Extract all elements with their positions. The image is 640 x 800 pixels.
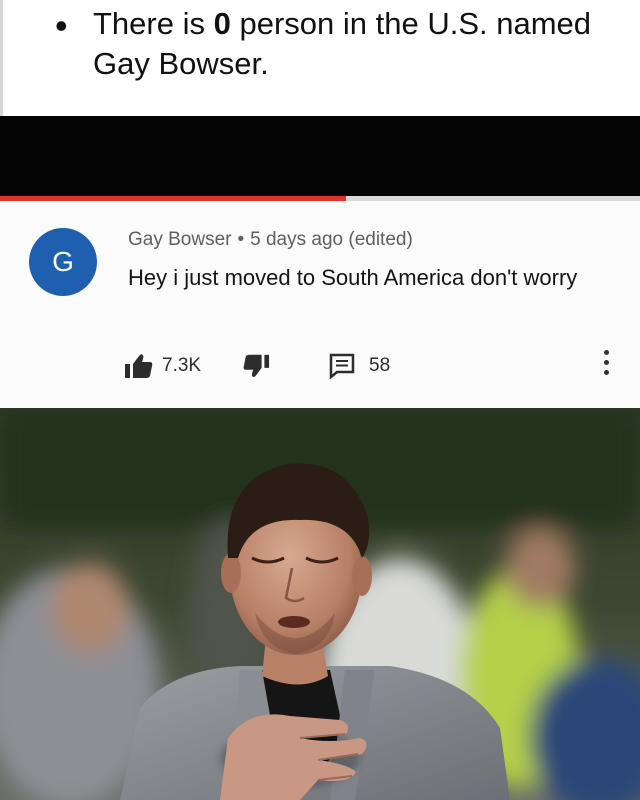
reply-button[interactable]: 58 — [329, 351, 390, 381]
caption-count: 0 — [213, 6, 231, 41]
reply-count: 58 — [369, 355, 391, 376]
reaction-photo — [0, 408, 640, 800]
comment-time[interactable]: 5 days ago (edited) — [250, 229, 413, 250]
like-button[interactable]: 7.3K — [124, 351, 201, 381]
caption-panel: • There is 0 person in the U.S. named Ga… — [0, 0, 640, 116]
avatar[interactable]: G — [29, 228, 97, 296]
caption-bullet: • — [55, 5, 68, 46]
like-count: 7.3K — [162, 355, 202, 376]
thumbs-down-icon — [243, 354, 270, 378]
caption-text: There is 0 person in the U.S. named Gay … — [93, 4, 613, 84]
comment-actions: 7.3K 58 — [124, 351, 624, 381]
video-player-bar[interactable] — [0, 116, 640, 196]
more-vertical-icon[interactable] — [598, 347, 614, 381]
caption-prefix: There is — [93, 6, 214, 41]
comment-text: Hey i just moved to South America don't … — [128, 265, 578, 290]
comment-author[interactable]: Gay Bowser — [128, 229, 231, 250]
dislike-button[interactable] — [242, 351, 270, 381]
comment-meta: Gay Bowser • 5 days ago (edited) — [128, 229, 413, 251]
comment-icon — [329, 353, 355, 379]
meta-separator: • — [237, 229, 245, 250]
thumbs-up-icon — [125, 354, 153, 378]
comment: G Gay Bowser • 5 days ago (edited) Hey i j… — [0, 201, 640, 408]
